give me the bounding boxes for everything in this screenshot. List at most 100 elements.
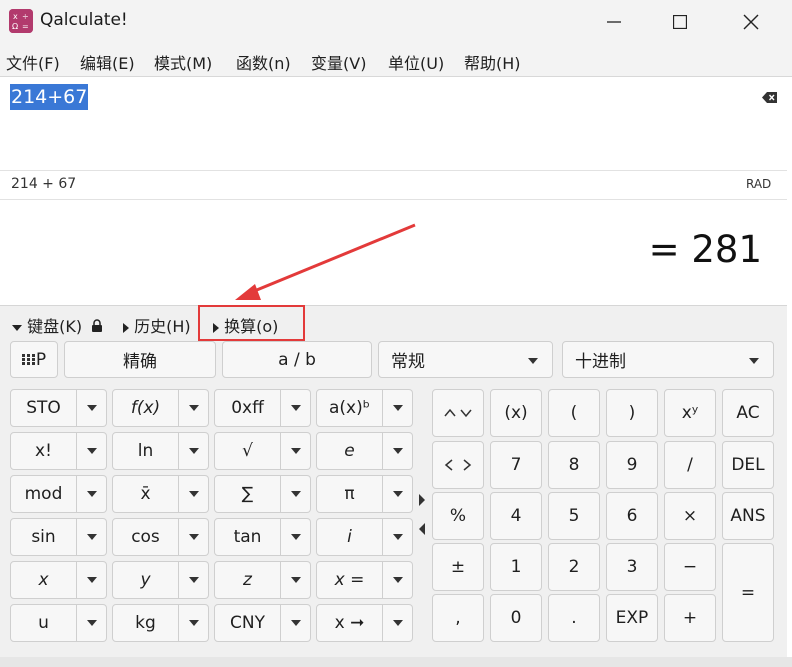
fraction-button[interactable]: a / b xyxy=(222,341,372,378)
expression-input[interactable] xyxy=(0,77,787,170)
numpad-key[interactable]: DEL xyxy=(722,441,774,489)
numpad-key[interactable]: ( xyxy=(548,389,600,437)
expand-right-icon[interactable] xyxy=(419,494,425,506)
numpad-key[interactable]: ANS xyxy=(722,492,774,540)
keyboard-expander[interactable]: 键盘(K) xyxy=(12,313,103,337)
number-base-dropdown[interactable]: 十进制 xyxy=(562,341,774,378)
function-key[interactable]: f(x) xyxy=(112,389,179,427)
function-key-dropdown[interactable] xyxy=(281,518,311,556)
function-key[interactable]: i xyxy=(316,518,383,556)
keypad-toggle-button[interactable]: P xyxy=(10,341,58,378)
precision-button[interactable]: 精确 xyxy=(64,341,216,378)
function-key[interactable]: u xyxy=(10,604,77,642)
function-key-dropdown[interactable] xyxy=(179,604,209,642)
function-key-dropdown[interactable] xyxy=(383,432,413,470)
function-key-dropdown[interactable] xyxy=(383,475,413,513)
function-key-dropdown[interactable] xyxy=(383,561,413,599)
function-key[interactable]: x = xyxy=(316,561,383,599)
menu-functions[interactable]: 函数(n) xyxy=(236,50,291,74)
function-key[interactable]: ∑ xyxy=(214,475,281,513)
menu-mode[interactable]: 模式(M) xyxy=(154,50,212,74)
function-key-dropdown[interactable] xyxy=(179,432,209,470)
equals-button[interactable]: = xyxy=(722,543,774,642)
angle-unit-indicator[interactable]: RAD xyxy=(746,177,771,191)
maximize-button[interactable] xyxy=(650,0,710,44)
numpad-key[interactable]: × xyxy=(664,492,716,540)
function-key-dropdown[interactable] xyxy=(77,518,107,556)
close-button[interactable] xyxy=(721,0,781,44)
function-key[interactable]: π xyxy=(316,475,383,513)
expression-text[interactable]: 214+67 xyxy=(10,84,89,110)
function-key-dropdown[interactable] xyxy=(281,475,311,513)
numpad-key[interactable]: / xyxy=(664,441,716,489)
function-key[interactable]: x ➞ xyxy=(316,604,383,642)
menu-file[interactable]: 文件(F) xyxy=(6,50,60,74)
numpad-key[interactable]: 2 xyxy=(548,543,600,591)
numpad-key[interactable]: 4 xyxy=(490,492,542,540)
function-key-dropdown[interactable] xyxy=(179,475,209,513)
function-key[interactable]: cos xyxy=(112,518,179,556)
function-key-dropdown[interactable] xyxy=(179,561,209,599)
function-key-dropdown[interactable] xyxy=(179,389,209,427)
numpad-key[interactable]: 6 xyxy=(606,492,658,540)
function-key-dropdown[interactable] xyxy=(383,389,413,427)
numpad-key[interactable]: + xyxy=(664,594,716,642)
numpad-key[interactable]: 3 xyxy=(606,543,658,591)
function-key[interactable]: CNY xyxy=(214,604,281,642)
numpad-key[interactable]: 7 xyxy=(490,441,542,489)
menu-edit[interactable]: 编辑(E) xyxy=(80,50,135,74)
function-key-dropdown[interactable] xyxy=(77,561,107,599)
lock-icon[interactable] xyxy=(91,319,103,333)
menu-variables[interactable]: 变量(V) xyxy=(311,50,366,74)
function-key[interactable]: z xyxy=(214,561,281,599)
function-key-dropdown[interactable] xyxy=(383,604,413,642)
function-key[interactable]: x̄ xyxy=(112,475,179,513)
numpad-key[interactable]: (x) xyxy=(490,389,542,437)
function-key[interactable]: sin xyxy=(10,518,77,556)
function-key[interactable]: x xyxy=(10,561,77,599)
function-key[interactable]: √ xyxy=(214,432,281,470)
function-key-dropdown[interactable] xyxy=(281,432,311,470)
numpad-key[interactable]: 5 xyxy=(548,492,600,540)
numpad-key[interactable]: 0 xyxy=(490,594,542,642)
function-key-dropdown[interactable] xyxy=(281,389,311,427)
function-key-dropdown[interactable] xyxy=(77,389,107,427)
numpad-key[interactable]: EXP xyxy=(606,594,658,642)
function-key[interactable]: y xyxy=(112,561,179,599)
function-key-dropdown[interactable] xyxy=(281,561,311,599)
numpad-key[interactable]: , xyxy=(432,594,484,642)
numpad-key[interactable]: % xyxy=(432,492,484,540)
function-key[interactable]: e xyxy=(316,432,383,470)
numpad-key[interactable]: AC xyxy=(722,389,774,437)
function-key-dropdown[interactable] xyxy=(179,518,209,556)
history-expander[interactable]: 历史(H) xyxy=(123,313,191,337)
function-key[interactable]: kg xyxy=(112,604,179,642)
function-key[interactable]: mod xyxy=(10,475,77,513)
numpad-key[interactable]: 1 xyxy=(490,543,542,591)
clear-expression-button[interactable] xyxy=(762,89,778,108)
numpad-key[interactable]: . xyxy=(548,594,600,642)
menu-help[interactable]: 帮助(H) xyxy=(464,50,521,74)
function-key[interactable]: a(x)ᵇ xyxy=(316,389,383,427)
numpad-key[interactable]: xʸ xyxy=(664,389,716,437)
function-key-dropdown[interactable] xyxy=(77,432,107,470)
function-key-dropdown[interactable] xyxy=(383,518,413,556)
numpad-key[interactable]: ± xyxy=(432,543,484,591)
cursor-left-right-button[interactable] xyxy=(432,441,484,489)
numpad-key[interactable]: 9 xyxy=(606,441,658,489)
display-mode-dropdown[interactable]: 常规 xyxy=(378,341,553,378)
function-key[interactable]: tan xyxy=(214,518,281,556)
function-key-dropdown[interactable] xyxy=(77,604,107,642)
function-key-dropdown[interactable] xyxy=(281,604,311,642)
function-key[interactable]: 0xff xyxy=(214,389,281,427)
numpad-key[interactable]: 8 xyxy=(548,441,600,489)
numpad-key[interactable]: ) xyxy=(606,389,658,437)
minimize-button[interactable] xyxy=(584,0,644,44)
function-key[interactable]: x! xyxy=(10,432,77,470)
function-key[interactable]: ln xyxy=(112,432,179,470)
collapse-left-icon[interactable] xyxy=(419,523,425,535)
numpad-key[interactable]: − xyxy=(664,543,716,591)
cursor-up-down-button[interactable] xyxy=(432,389,484,437)
menu-units[interactable]: 单位(U) xyxy=(388,50,444,74)
function-key[interactable]: STO xyxy=(10,389,77,427)
